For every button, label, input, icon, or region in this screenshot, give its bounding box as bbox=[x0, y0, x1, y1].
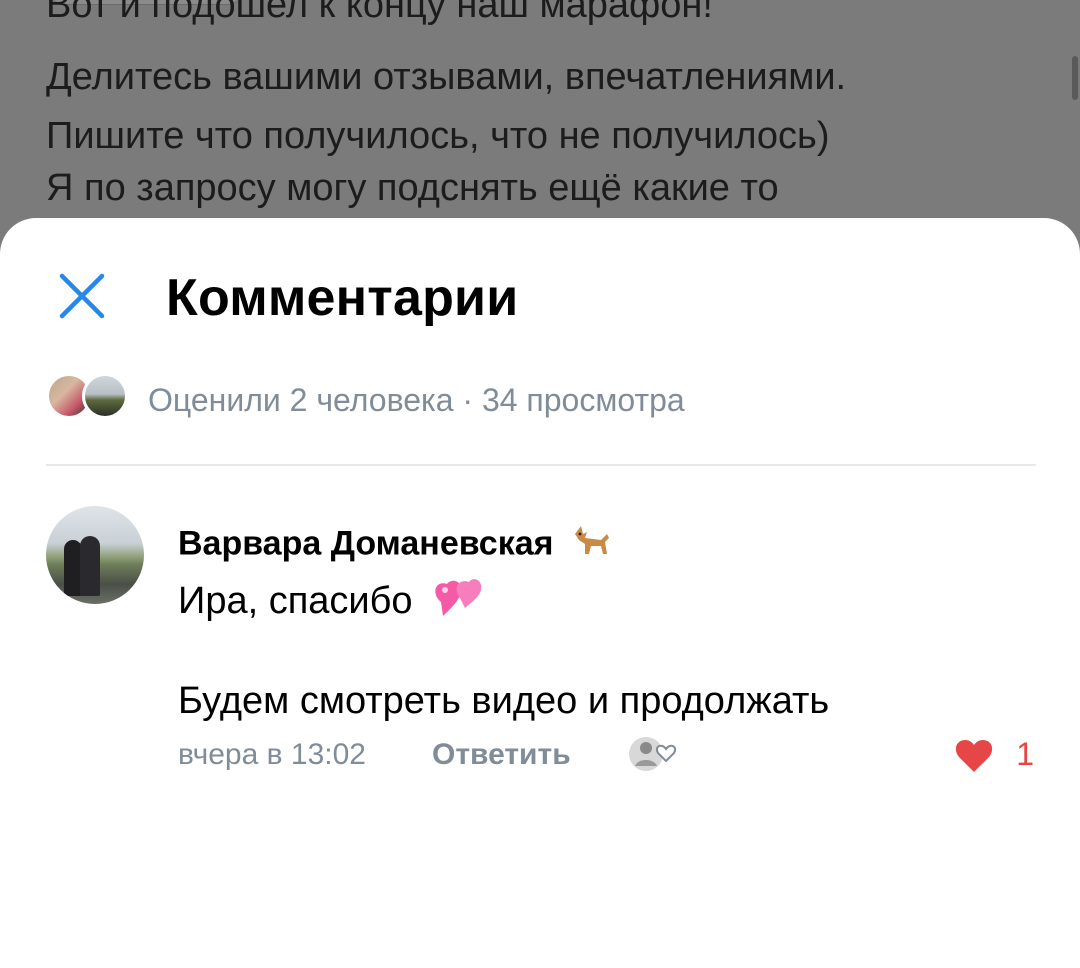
divider bbox=[46, 464, 1036, 466]
post-line: Пишите что получилось, что не получилось… bbox=[46, 115, 830, 157]
like-count: 1 bbox=[1016, 736, 1034, 772]
comment-text: Будем смотреть видео и продолжать bbox=[178, 680, 830, 722]
author-name: Варвара Доманевская bbox=[178, 524, 554, 563]
author-liked-icon bbox=[629, 737, 676, 771]
reply-button[interactable]: Ответить bbox=[432, 738, 571, 772]
scrollbar[interactable] bbox=[1072, 56, 1078, 100]
sheet-title: Комментарии bbox=[166, 269, 519, 327]
comments-sheet: Комментарии Оценили 2 человека · 34 прос… bbox=[0, 218, 1080, 968]
author-liked-badge[interactable] bbox=[626, 732, 682, 776]
comment-time: вчера в 13:02 bbox=[178, 738, 366, 771]
dog-emoji-icon bbox=[571, 524, 613, 567]
like-button[interactable]: 1 bbox=[954, 736, 1034, 776]
two-hearts-emoji-icon bbox=[431, 576, 483, 630]
comment-item: Варвара Доманевская Ира, спасибо Будем с… bbox=[0, 504, 1080, 784]
likers-avatars[interactable] bbox=[46, 373, 136, 421]
comment-author[interactable]: Варвара Доманевская bbox=[178, 524, 613, 567]
post-line: Вот и подошел к концу наш марафон! bbox=[46, 0, 713, 26]
avatar[interactable] bbox=[46, 506, 144, 604]
comment-text-line: Ира, спасибо bbox=[178, 576, 483, 630]
close-button[interactable] bbox=[56, 270, 108, 322]
close-icon bbox=[59, 273, 105, 319]
post-line: Я по запросу могу подснять ещё какие то bbox=[46, 167, 779, 209]
liker-avatar bbox=[82, 373, 128, 419]
heart-icon bbox=[955, 740, 993, 772]
comment-text: Ира, спасибо bbox=[178, 580, 413, 623]
post-line: Делитесь вашими отзывами, впечатлениями. bbox=[46, 56, 847, 98]
likes-summary[interactable]: Оценили 2 человека · 34 просмотра bbox=[148, 382, 685, 419]
